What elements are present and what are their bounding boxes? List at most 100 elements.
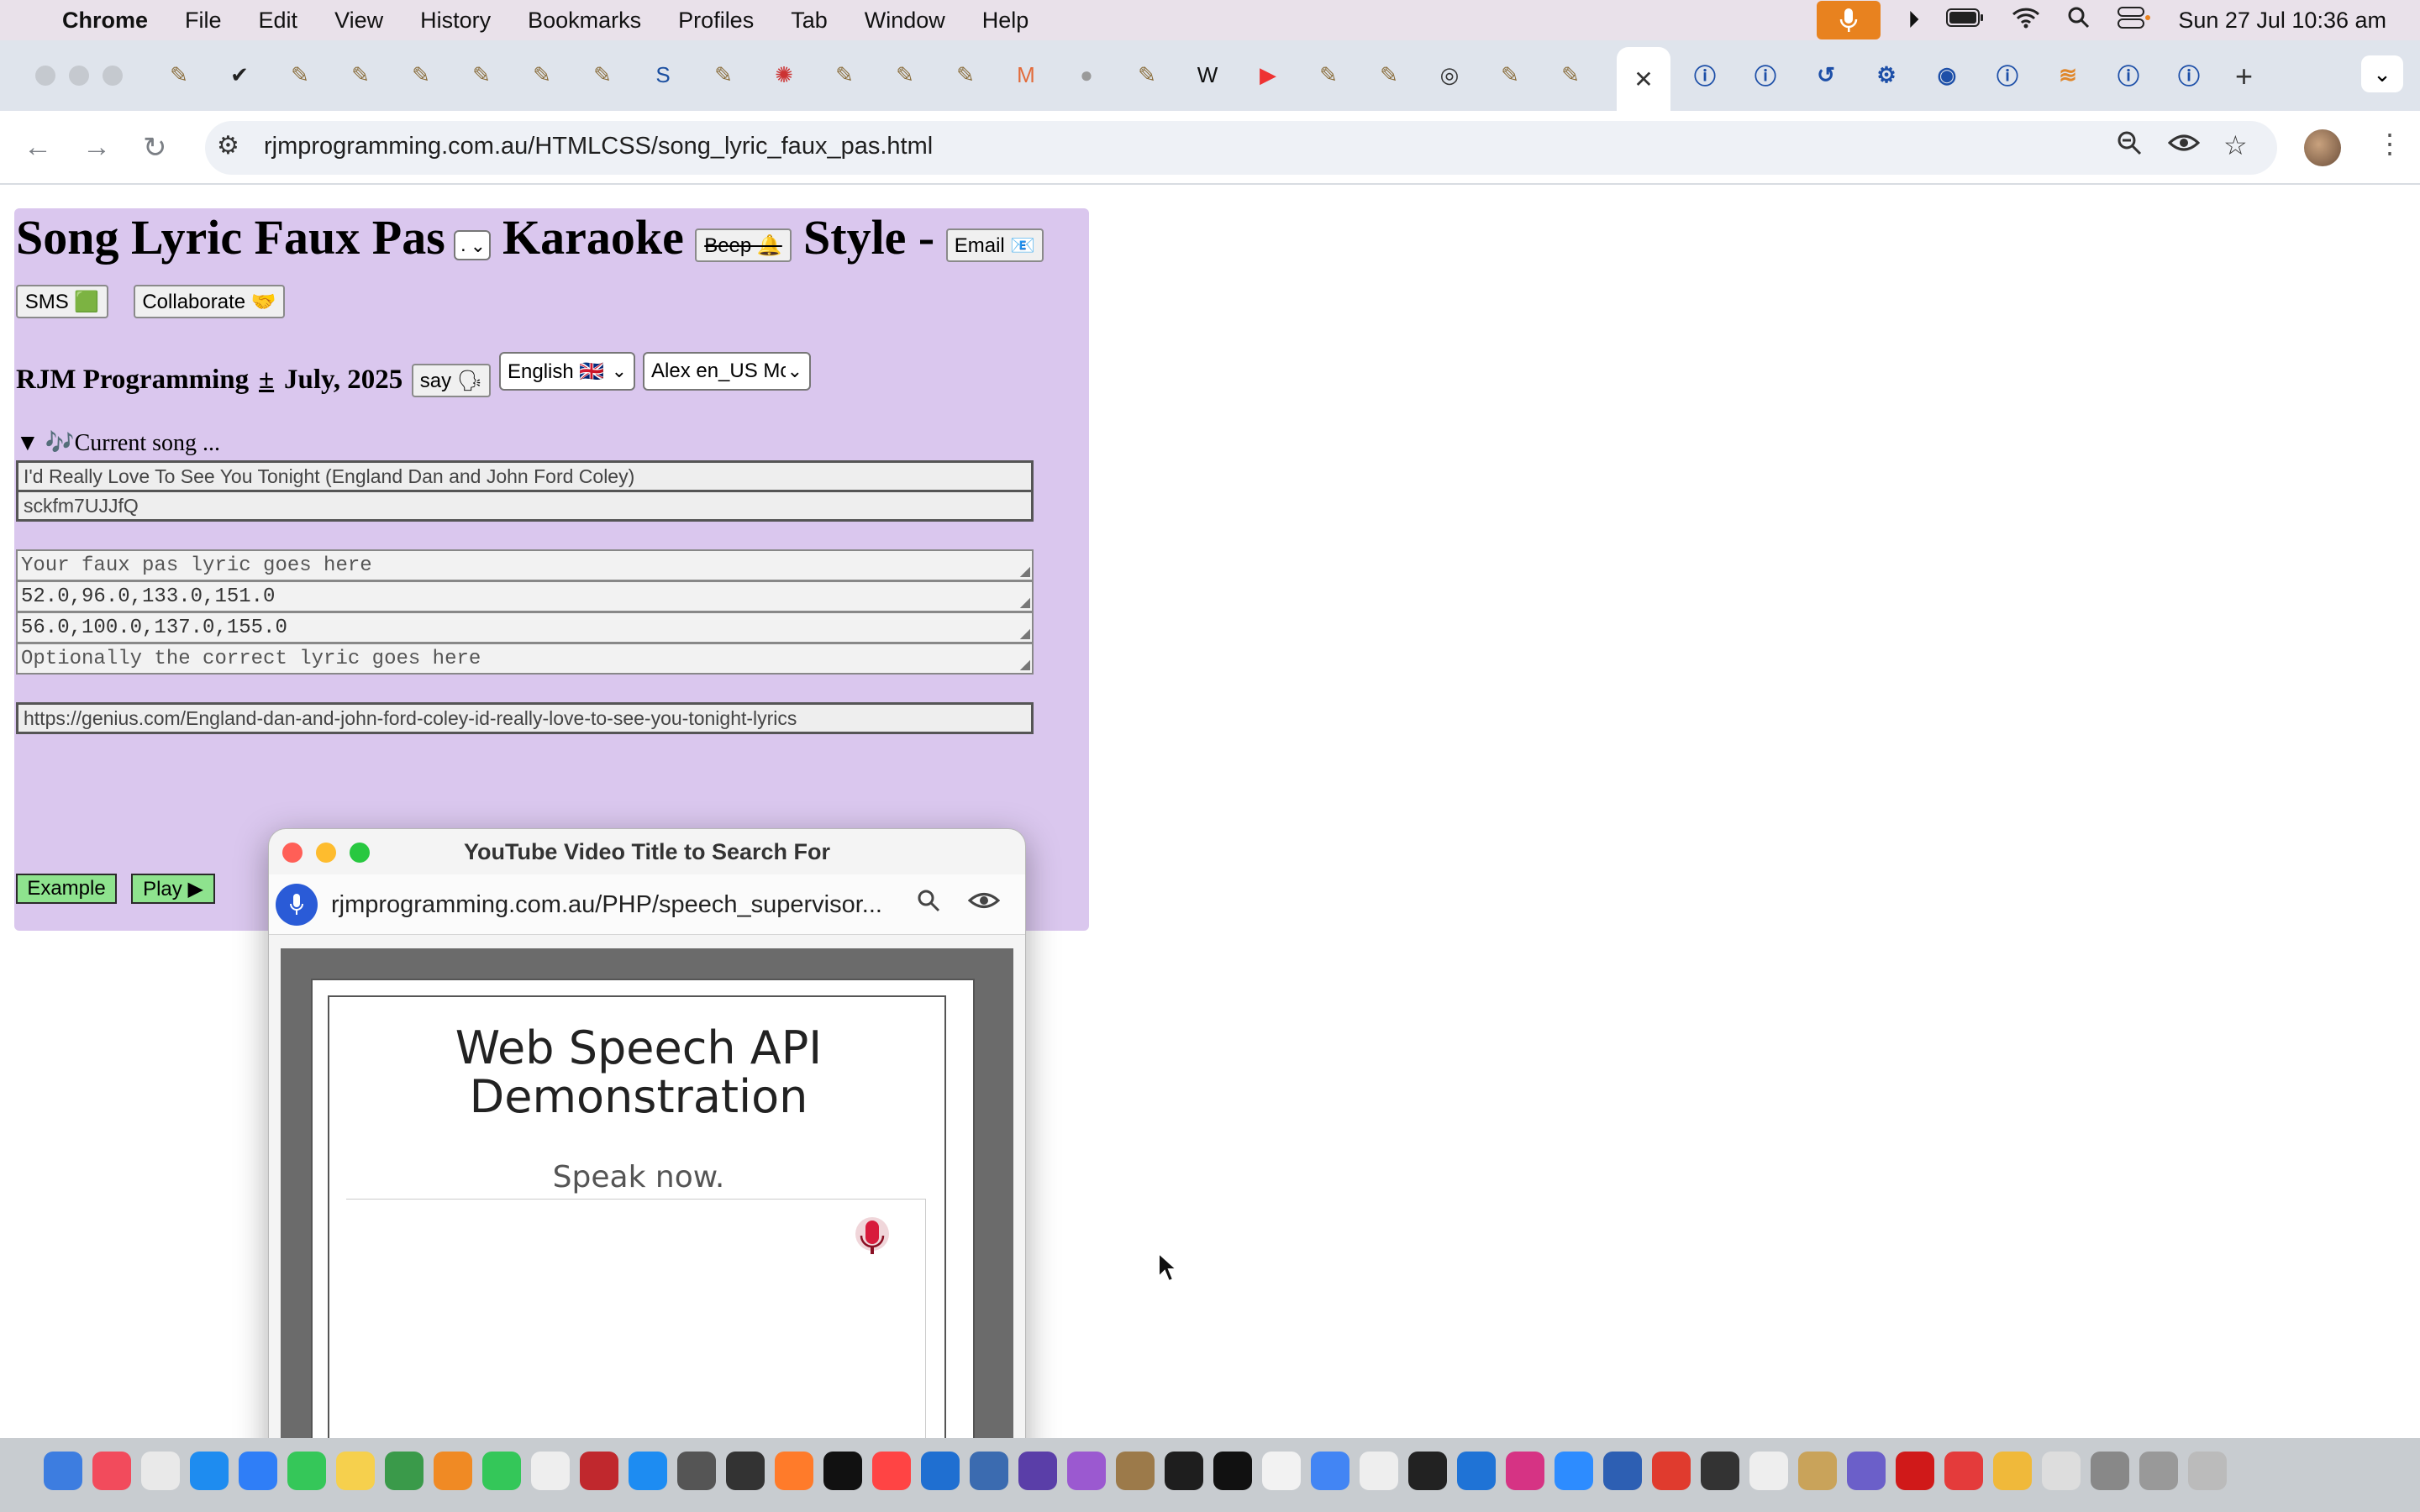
menu-help[interactable]: Help [982,8,1029,34]
youtube-icon[interactable]: ▶ [1254,60,1282,89]
chrome-icon[interactable] [1311,1452,1349,1490]
forward-arrow-icon[interactable]: → [82,131,111,164]
close-tab-icon[interactable]: ✕ [1634,66,1653,93]
correct-lyric-textarea[interactable]: Optionally the correct lyric goes here ◢ [16,643,1034,675]
battery-icon[interactable] [1946,7,1985,34]
pencil-icon[interactable]: ✎ [709,60,738,89]
blue-logo-icon[interactable]: ◉ [1933,60,1961,89]
console-icon[interactable] [1408,1452,1447,1490]
popup-url-text[interactable]: rjmprogramming.com.au/PHP/speech_supervi… [331,891,882,919]
terminal-icon[interactable] [1213,1452,1252,1490]
pencil-icon[interactable]: ✎ [528,60,556,89]
info-icon[interactable]: ⓘ [2114,60,2143,89]
pencil-icon[interactable]: ✎ [891,60,919,89]
faux-pas-lyric-textarea[interactable]: Your faux pas lyric goes here ◢ [16,549,1034,581]
collaborate-button[interactable]: Collaborate 🤝 [134,285,285,318]
quicktime-icon[interactable] [1457,1452,1496,1490]
new-tab-button[interactable]: + [2235,59,2253,94]
resize-grip-icon[interactable]: ◢ [1020,625,1030,642]
profile-avatar[interactable] [2304,129,2341,166]
zoom-icon[interactable] [2116,129,2143,163]
menu-window[interactable]: Window [865,8,945,34]
xcode-icon[interactable] [1652,1452,1691,1490]
notes-icon[interactable] [336,1452,375,1490]
facetime-icon[interactable] [482,1452,521,1490]
archive-icon[interactable] [1116,1452,1155,1490]
dbeaver-icon[interactable] [1798,1452,1837,1490]
settings-icon[interactable] [1555,1452,1593,1490]
example-button[interactable]: Example [16,874,117,904]
eye-icon[interactable] [2167,129,2201,163]
resize-grip-icon[interactable]: ◢ [1020,656,1030,673]
pencil-icon[interactable]: ✎ [1375,60,1403,89]
calendar-icon[interactable] [1262,1452,1301,1490]
menu-edit[interactable]: Edit [259,8,298,34]
media-play-icon[interactable]: ⏵ [1907,7,1919,34]
menu-history[interactable]: History [420,8,491,34]
pencil-icon[interactable]: ✎ [286,60,314,89]
tab-search-chevron-icon[interactable]: ⌄ [2361,55,2403,92]
microphone-icon[interactable] [854,1217,891,1257]
maps-icon[interactable] [385,1452,424,1490]
music-icon[interactable] [92,1452,131,1490]
menu-file[interactable]: File [185,8,222,34]
gear-icon[interactable]: ⚙ [1872,60,1901,89]
url-text[interactable]: rjmprogramming.com.au/HTMLCSS/song_lyric… [264,133,933,160]
filezilla-icon[interactable] [580,1452,618,1490]
pencil-icon[interactable]: ✎ [830,60,859,89]
plusminus-link[interactable]: ± [259,363,274,396]
photos-icon[interactable] [970,1452,1008,1490]
zoom-icon[interactable] [916,888,941,920]
bookmark-star-icon[interactable]: ☆ [2223,129,2248,161]
video-id-input[interactable]: sckfm7UJJfQ [16,491,1034,522]
control-center-icon[interactable] [2118,6,2151,34]
info-icon[interactable]: ⓘ [1993,60,2022,89]
document-icon[interactable] [2042,1452,2081,1490]
pencil-icon[interactable]: ✎ [1556,60,1585,89]
vpn-icon[interactable] [921,1452,960,1490]
opera-icon[interactable] [1896,1452,1934,1490]
pencil-icon[interactable]: ✎ [588,60,617,89]
chrome-menu-icon[interactable]: ⋮ [2376,128,2403,160]
mail-icon[interactable] [239,1452,277,1490]
current-song-summary[interactable]: ▼ 🎶Current song ... [16,428,220,457]
email-button[interactable]: Email 📧 [946,228,1044,262]
resize-grip-icon[interactable]: ◢ [1020,563,1030,580]
finder-icon[interactable] [44,1452,82,1490]
podcasts-icon[interactable] [1067,1452,1106,1490]
vivaldi-icon[interactable] [1944,1452,1983,1490]
grey-dot-icon[interactable]: ● [1072,60,1101,89]
start-times-textarea[interactable]: 52.0,96.0,133.0,151.0 ◢ [16,580,1034,612]
history-icon[interactable]: ↺ [1812,60,1840,89]
textedit-icon[interactable] [531,1452,570,1490]
lyrics-url-input[interactable]: https://genius.com/England-dan-and-john-… [16,702,1034,734]
pencil-icon[interactable]: ✎ [951,60,980,89]
say-button[interactable]: say 🗣 [412,364,491,397]
menu-profiles[interactable]: Profiles [678,8,754,34]
pencil-icon[interactable]: ✎ [346,60,375,89]
menu-bookmarks[interactable]: Bookmarks [528,8,641,34]
trash-icon[interactable] [2188,1452,2227,1490]
microphone-icon[interactable] [276,884,318,926]
chrome-logo-icon[interactable]: ◎ [1435,60,1464,89]
voice-select[interactable]: Alex en_US Mc ⌄ [643,352,811,391]
bbedit-icon[interactable] [1018,1452,1057,1490]
menubar-clock[interactable]: Sun 27 Jul 10:36 am [2178,8,2386,34]
pencil-icon[interactable]: ✎ [1133,60,1161,89]
launchpad-icon[interactable] [434,1452,472,1490]
news-icon[interactable] [872,1452,911,1490]
sms-button[interactable]: SMS 🟩 [16,285,108,318]
stack-icon[interactable]: ≋ [2054,60,2082,89]
intellij-icon[interactable] [1506,1452,1544,1490]
microphone-in-use-icon[interactable] [1817,1,1881,39]
song-title-input[interactable]: I'd Really Love To See You Tonight (Engl… [16,460,1034,492]
back-arrow-icon[interactable]: ← [24,131,52,164]
info-icon[interactable]: ⓘ [1691,60,1719,89]
wikipedia-icon[interactable]: W [1193,60,1222,89]
safari-icon[interactable] [190,1452,229,1490]
m-logo-icon[interactable]: M [1012,60,1040,89]
window-zoom-icon[interactable] [103,66,123,86]
window-minimize-icon[interactable] [69,66,89,86]
info-icon[interactable]: ⓘ [2175,60,2203,89]
resize-grip-icon[interactable]: ◢ [1020,594,1030,611]
